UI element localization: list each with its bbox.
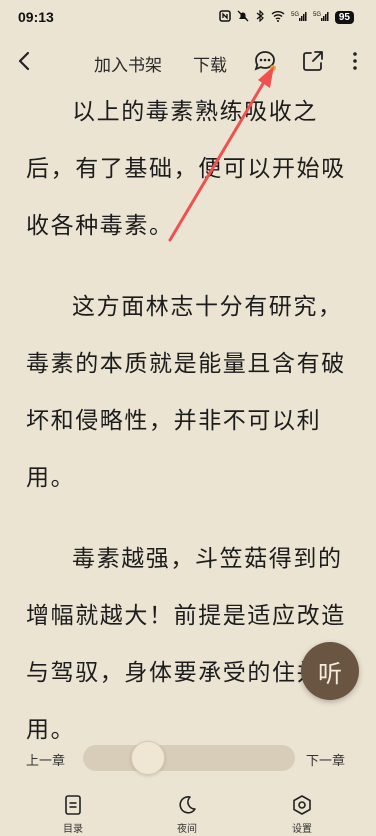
reader-toolbar: 加入书架 下载 — [0, 40, 376, 84]
toc-label: 目录 — [63, 824, 83, 835]
settings-label: 设置 — [292, 824, 312, 835]
comment-icon — [254, 51, 276, 71]
toc-icon — [65, 795, 81, 815]
status-time: 09:13 — [18, 9, 54, 25]
download-button[interactable]: 下载 — [193, 51, 227, 76]
slider-thumb[interactable] — [131, 741, 166, 775]
more-button[interactable] — [342, 48, 368, 74]
toc-button[interactable]: 目录 — [43, 794, 103, 835]
chapter-navigation: 上一章 下一章 — [0, 740, 376, 776]
paragraph: 毒素越强，斗笠菇得到的增幅就越大！前提是适应改造与驾驭，身体要承受的住并运用。 — [26, 546, 346, 743]
svg-text:5G: 5G — [291, 12, 299, 18]
more-icon — [353, 52, 357, 70]
paragraph: 这方面林志十分有研究，毒素的本质就是能量且含有破坏和侵略性，并非不可以利用。 — [26, 294, 346, 491]
wifi-icon — [271, 10, 285, 25]
next-chapter-button[interactable]: 下一章 — [306, 750, 345, 769]
settings-icon — [293, 795, 311, 815]
prev-chapter-button[interactable]: 上一章 — [26, 750, 65, 769]
listen-button[interactable]: 听 — [301, 642, 359, 700]
signal-5g-icon: 5G — [291, 10, 307, 25]
status-bar: 09:13 5G 5G 95 — [0, 0, 376, 34]
night-label: 夜间 — [177, 824, 197, 835]
paragraph: 以上的毒素熟练吸收之后，有了基础，便可以开始吸收各种毒素。 — [26, 99, 346, 239]
bottom-nav: 目录 夜间 设置 — [0, 790, 376, 836]
signal-5g-icon: 5G — [313, 10, 329, 25]
mute-icon — [237, 10, 249, 25]
back-arrow-icon — [18, 51, 30, 71]
settings-button[interactable]: 设置 — [272, 794, 332, 835]
chapter-progress-slider[interactable] — [83, 741, 295, 775]
comment-button[interactable] — [252, 48, 278, 74]
status-icons: 5G 5G 95 — [219, 9, 354, 25]
share-icon — [303, 51, 323, 71]
share-button[interactable] — [300, 48, 326, 74]
bluetooth-icon — [255, 9, 265, 25]
moon-icon — [179, 796, 196, 814]
svg-text:5G: 5G — [313, 12, 321, 18]
back-button[interactable] — [12, 48, 38, 74]
night-mode-button[interactable]: 夜间 — [157, 794, 217, 835]
battery-icon: 95 — [334, 10, 354, 24]
nfc-icon — [219, 9, 231, 25]
add-to-shelf-button[interactable]: 加入书架 — [94, 51, 162, 76]
